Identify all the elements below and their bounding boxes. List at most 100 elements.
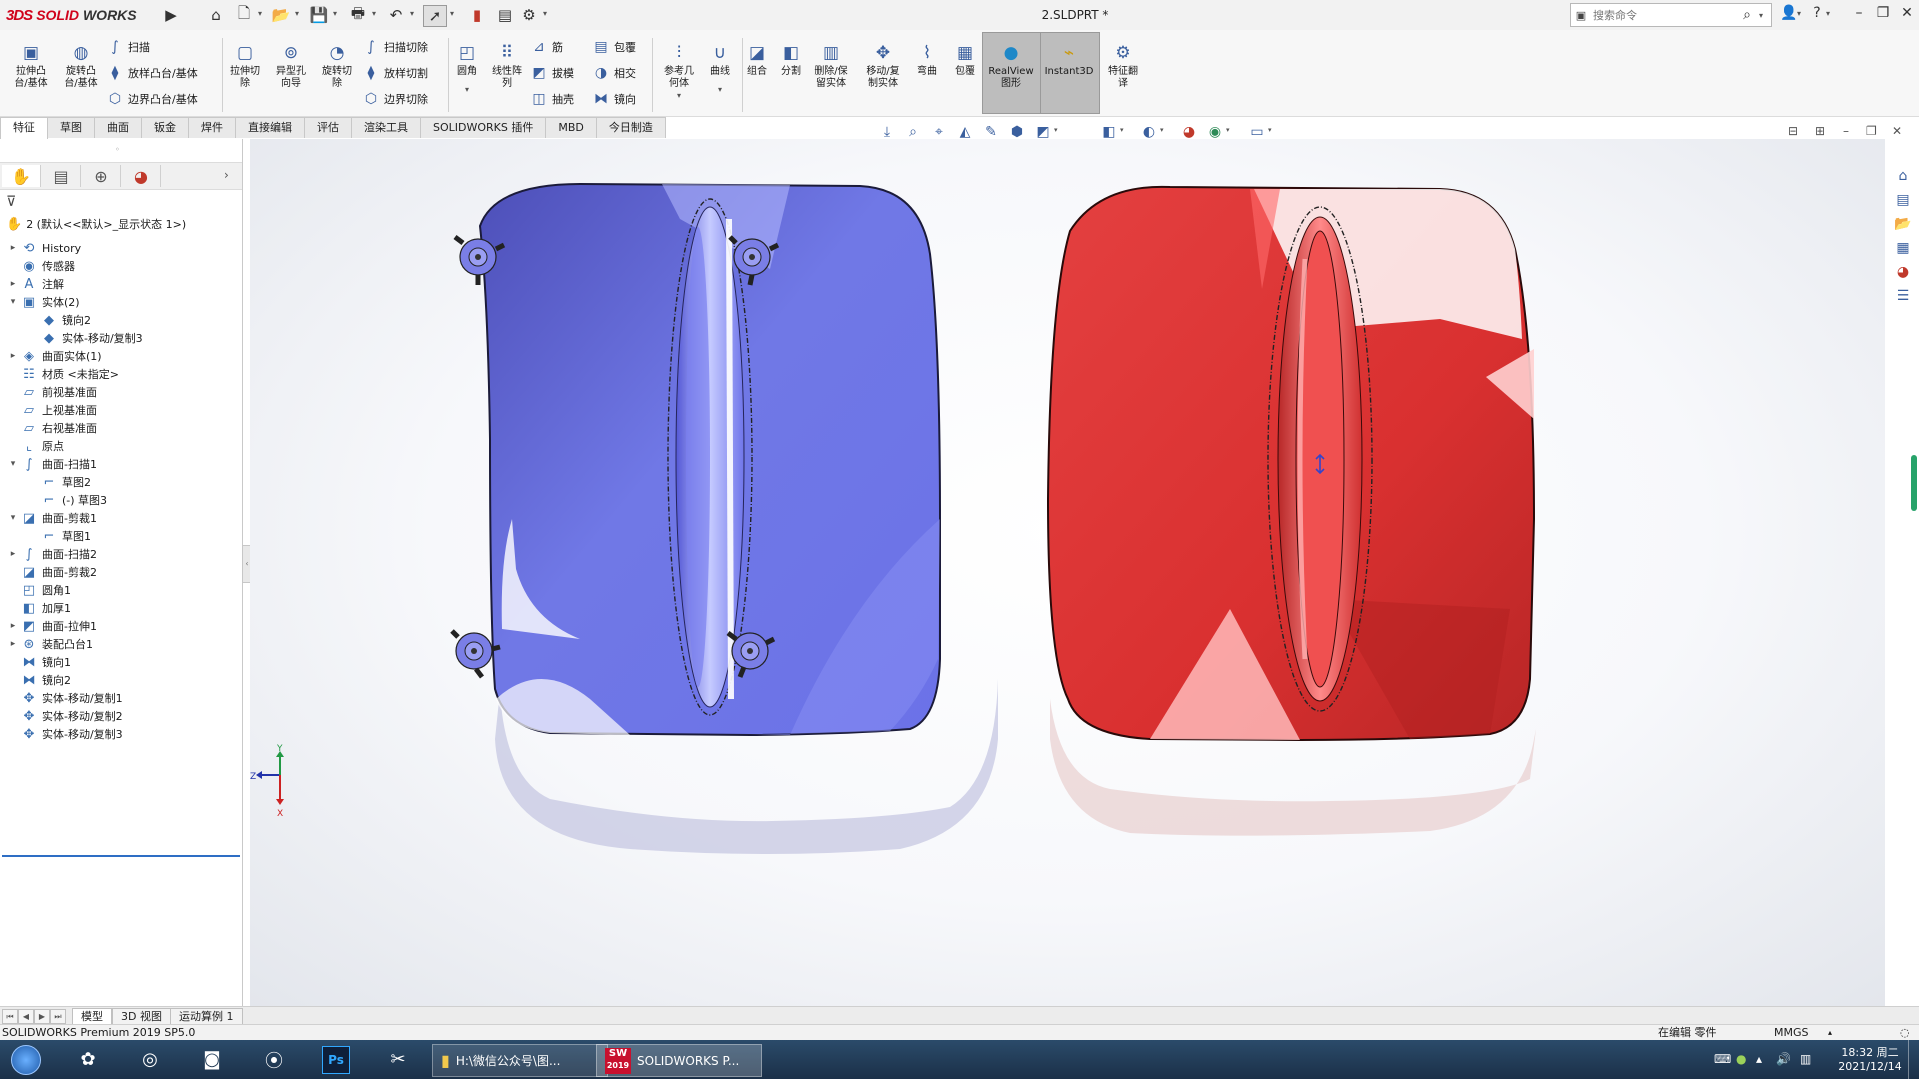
keyboard-icon[interactable]: ⌨ xyxy=(1714,1052,1731,1066)
expand-menu-arrow-icon[interactable]: ▶ xyxy=(160,5,182,25)
select-dropdown-icon[interactable]: ▾ xyxy=(450,9,454,18)
reference-geometry-button[interactable]: ⫶ 参考几 何体 ▾ xyxy=(656,42,702,102)
expand-toggle-icon[interactable]: ▸ xyxy=(6,351,20,361)
file-properties-icon[interactable]: ▤ xyxy=(494,5,516,25)
sweep-button[interactable]: ∫ 扫描 xyxy=(106,36,150,58)
obs-icon[interactable]: ⦿ xyxy=(252,1043,296,1076)
tree-node[interactable]: ◆ 镜向2 xyxy=(26,310,91,330)
options-gear-icon[interactable]: ⚙ xyxy=(518,5,540,25)
tree-node[interactable]: ⌞ 原点 xyxy=(6,436,64,456)
tab-2[interactable]: 曲面 xyxy=(94,117,142,138)
tab-9[interactable]: MBD xyxy=(545,117,597,138)
unit-dropdown-icon[interactable]: ▴ xyxy=(1828,1025,1832,1041)
viewport-close-icon[interactable]: ✕ xyxy=(1892,124,1902,138)
tree-node[interactable]: ▸ ⊛ 装配凸台1 xyxy=(6,634,93,654)
appearance-dropdown-icon[interactable]: ▾ xyxy=(1160,126,1164,134)
volume-icon[interactable]: 🔊 xyxy=(1776,1052,1791,1066)
tab-8[interactable]: SOLIDWORKS 插件 xyxy=(420,117,547,138)
intersect-button[interactable]: ◑ 相交 xyxy=(592,62,636,84)
tree-node[interactable]: ▾ ◪ 曲面-剪裁1 xyxy=(6,508,97,528)
linear-pattern-button[interactable]: ⠿ 线性阵 列 xyxy=(484,42,530,90)
taskbar-solidworks-window[interactable]: SW 2019 SOLIDWORKS P... xyxy=(596,1044,762,1077)
tab-1[interactable]: 草图 xyxy=(47,117,95,138)
mirror-button[interactable]: ⧓ 镜向 xyxy=(592,88,636,110)
tree-node[interactable]: ▱ 右视基准面 xyxy=(6,418,97,438)
scene-dropdown-icon[interactable]: ▾ xyxy=(1226,126,1230,134)
lofted-cut-button[interactable]: ⧫ 放样切割 xyxy=(362,62,428,84)
tree-node[interactable]: ▸ ◈ 曲面实体(1) xyxy=(6,346,102,366)
tab-5[interactable]: 直接编辑 xyxy=(235,117,305,138)
tree-node[interactable]: ◪ 曲面-剪裁2 xyxy=(6,562,97,582)
first-tab-icon[interactable]: ⏮ xyxy=(2,1009,18,1024)
tree-node[interactable]: ◆ 实体-移动/复制3 xyxy=(26,328,143,348)
expand-toggle-icon[interactable]: ▸ xyxy=(6,243,20,253)
expand-toggle-icon[interactable]: ▾ xyxy=(6,459,20,469)
media-app-icon[interactable]: ◙ xyxy=(190,1043,234,1076)
search-dropdown-icon[interactable]: ▾ xyxy=(1759,11,1763,20)
boundary-cut-button[interactable]: ⬡ 边界切除 xyxy=(362,88,428,110)
tab-7[interactable]: 渲染工具 xyxy=(351,117,421,138)
new-dropdown-icon[interactable]: ▾ xyxy=(258,9,262,18)
solidworks-logo[interactable]: 3DS SOLID WORKS xyxy=(6,5,137,25)
tree-node[interactable]: ✥ 实体-移动/复制1 xyxy=(6,688,123,708)
tree-node[interactable]: ◰ 圆角1 xyxy=(6,580,71,600)
hide-show-dropdown-icon[interactable]: ▾ xyxy=(1120,126,1124,134)
display-manager-tab-icon[interactable]: ◕ xyxy=(122,165,161,187)
tree-node[interactable]: ◉ 传感器 xyxy=(6,256,75,276)
wrap-button[interactable]: ▤ 包覆 xyxy=(592,36,636,58)
print-icon[interactable]: 🖶 xyxy=(347,4,369,25)
expand-toggle-icon[interactable]: ▾ xyxy=(6,513,20,523)
tree-node[interactable]: ◧ 加厚1 xyxy=(6,598,71,618)
move-copy-body-button[interactable]: ✥ 移动/复 制实体 xyxy=(860,42,906,90)
expand-toggle-icon[interactable]: ▸ xyxy=(6,279,20,289)
clock-date[interactable]: 2021/12/14 xyxy=(1838,1060,1902,1073)
rib-button[interactable]: ⊿ 筋 xyxy=(530,36,563,58)
viewport-prev-icon[interactable]: ⊟ xyxy=(1788,124,1798,138)
home-icon[interactable]: ⌂ xyxy=(205,5,227,25)
viewport-next-icon[interactable]: ⊞ xyxy=(1815,124,1825,138)
loft-boss-button[interactable]: ⧫ 放样凸台/基体 xyxy=(106,62,198,84)
tree-node[interactable]: ✥ 实体-移动/复制3 xyxy=(6,724,123,744)
task-pane-scroll-indicator[interactable] xyxy=(1911,455,1917,511)
save-icon[interactable]: 💾 xyxy=(308,5,330,25)
filter-icon[interactable]: ⊽ xyxy=(6,194,16,210)
tree-node[interactable]: ▾ ∫ 曲面-扫描1 xyxy=(6,454,97,474)
tree-node[interactable]: ▸ ⟲ History xyxy=(6,238,81,258)
tab-6[interactable]: 评估 xyxy=(304,117,352,138)
configuration-manager-tab-icon[interactable]: ⊕ xyxy=(82,165,121,187)
tree-node[interactable]: ▸ A 注解 xyxy=(6,274,64,294)
red-body[interactable] xyxy=(1046,185,1536,742)
clock-time[interactable]: 18:32 周二 xyxy=(1838,1044,1902,1060)
blue-body[interactable] xyxy=(478,182,941,737)
tree-node[interactable]: ⌐ (-) 草图3 xyxy=(26,490,108,510)
select-pointer-icon[interactable]: ➚ xyxy=(423,5,447,27)
curves-dropdown-icon[interactable]: ▾ xyxy=(718,84,722,96)
tree-node[interactable]: ▱ 前视基准面 xyxy=(6,382,97,402)
display-style-dropdown-icon[interactable]: ▾ xyxy=(1054,126,1058,134)
panel-expand-icon[interactable]: › xyxy=(224,168,229,182)
tree-node[interactable]: ⧓ 镜向1 xyxy=(6,652,72,672)
view-triad[interactable]: Z Y X xyxy=(250,744,284,819)
tray-expand-icon[interactable]: ▴ xyxy=(1756,1052,1762,1066)
unit-system[interactable]: MMGS xyxy=(1774,1025,1809,1041)
photos-app-icon[interactable]: ✿ xyxy=(66,1043,110,1076)
file-explorer-icon[interactable]: 📂 xyxy=(1892,213,1914,235)
swept-cut-button[interactable]: ∫ 扫描切除 xyxy=(362,36,428,58)
browser-icon[interactable]: ◎ xyxy=(128,1043,172,1076)
panel-grip-icon[interactable]: ◦ xyxy=(115,145,120,154)
design-library-icon[interactable]: ▤ xyxy=(1892,189,1914,211)
taskbar-explorer-window[interactable]: ▮ H:\微信公众号\图... xyxy=(432,1044,608,1077)
user-dropdown-icon[interactable]: ▾ xyxy=(1797,9,1801,18)
undo-dropdown-icon[interactable]: ▾ xyxy=(410,9,414,18)
model-canvas[interactable]: Z Y X xyxy=(250,139,1885,1007)
extrude-boss-button[interactable]: ▣ 拉伸凸 台/基体 xyxy=(8,42,54,90)
expand-toggle-icon[interactable]: ▸ xyxy=(6,549,20,559)
tab-3[interactable]: 钣金 xyxy=(141,117,189,138)
windows-start-icon[interactable] xyxy=(4,1043,48,1076)
view-palette-icon[interactable]: ▦ xyxy=(1892,237,1914,259)
graphics-area[interactable]: Z Y X xyxy=(250,139,1885,1007)
new-document-icon[interactable]: 🗋 xyxy=(233,4,255,25)
shell-button[interactable]: ◫ 抽壳 xyxy=(530,88,574,110)
minimize-icon[interactable]: – xyxy=(1846,5,1872,25)
undo-icon[interactable]: ↶ xyxy=(385,5,407,25)
